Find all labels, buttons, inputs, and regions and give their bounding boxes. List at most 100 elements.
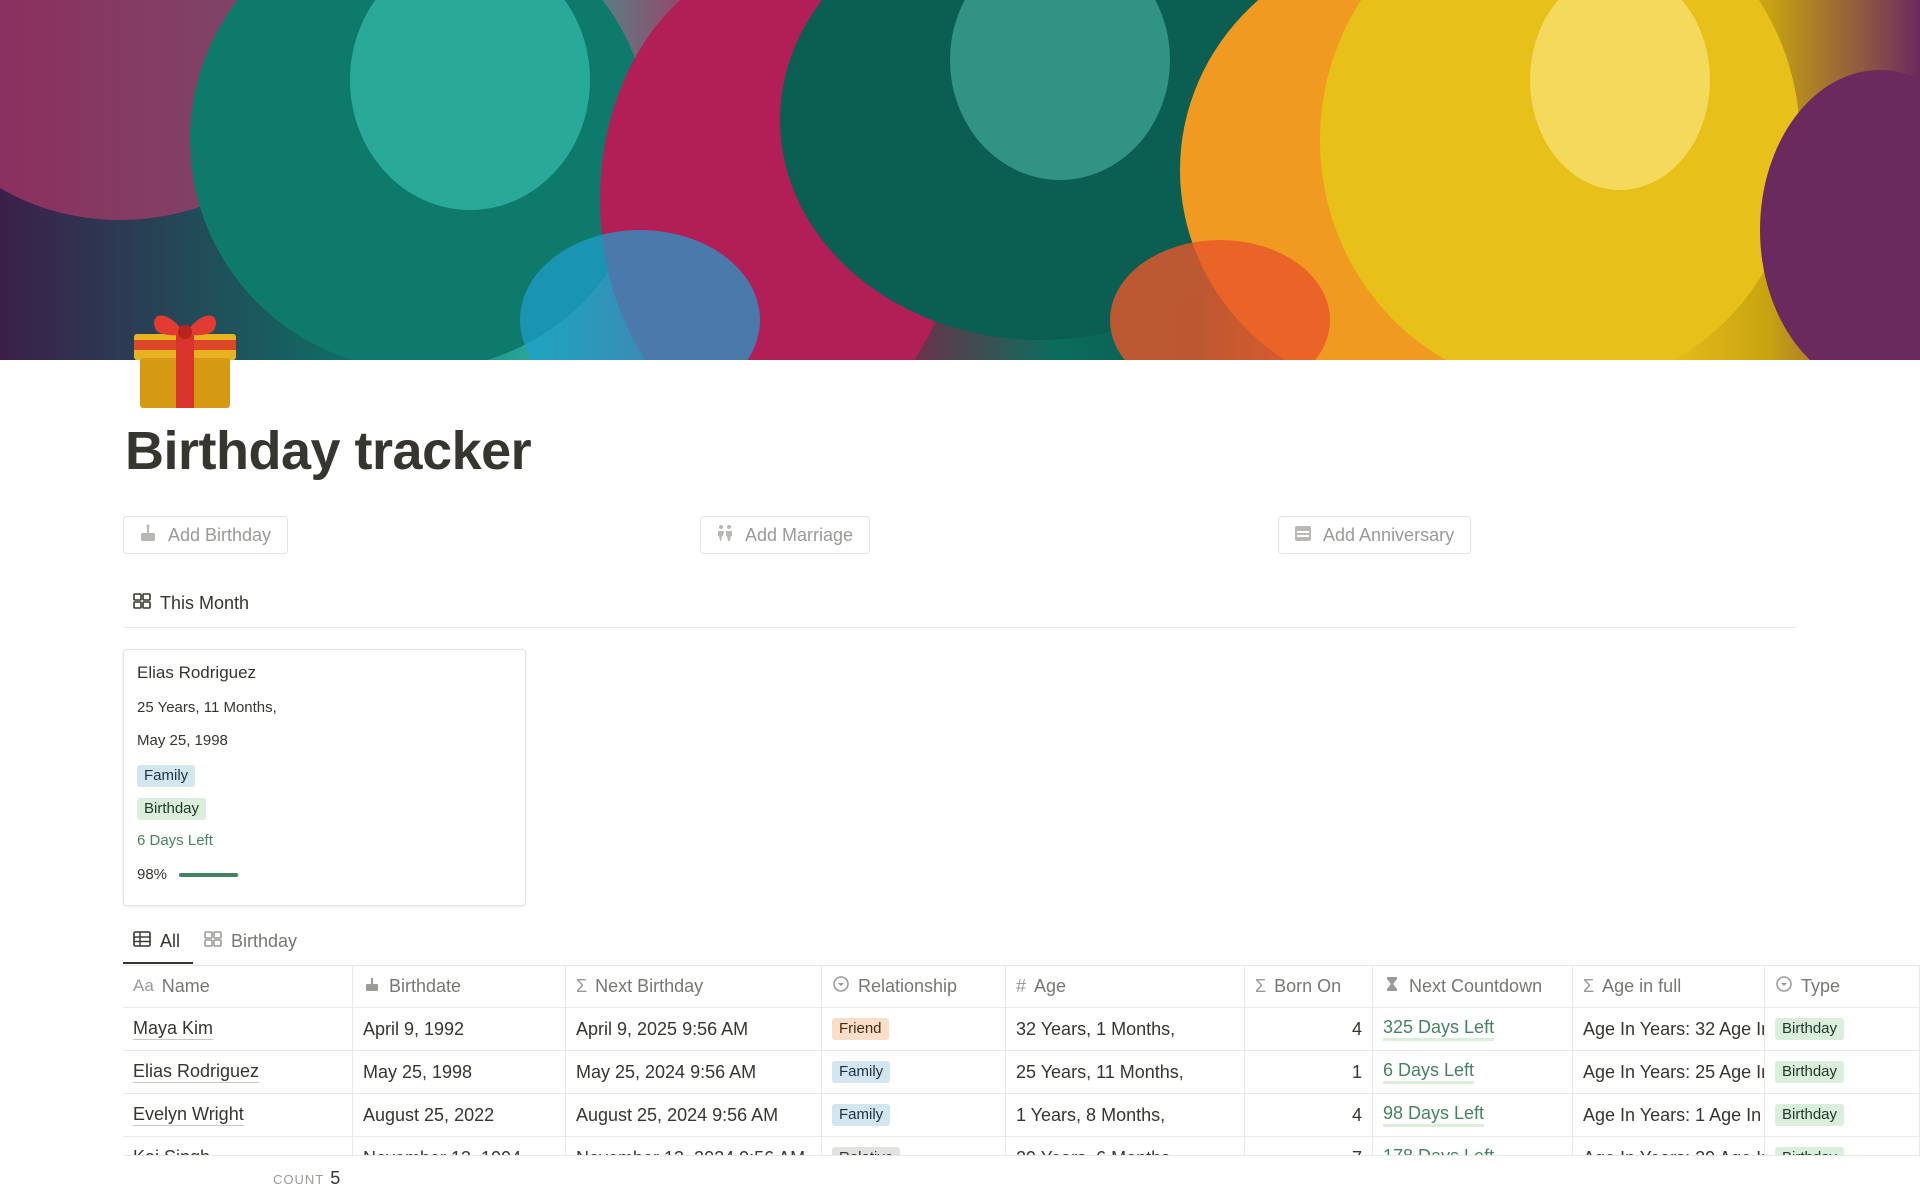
- table-row[interactable]: Kai Singh November 13, 1994 November 13,…: [123, 1137, 1920, 1155]
- card-relationship-tag: Family: [137, 765, 196, 787]
- column-header-name-label: Name: [161, 975, 210, 996]
- count-value: 5: [330, 1168, 341, 1188]
- card-progress: 98%: [137, 866, 240, 883]
- add-anniversary-button[interactable]: Add Anniversary: [1278, 516, 1472, 554]
- row-next-birthday: April 9, 2025 9:56 AM: [566, 1008, 822, 1050]
- row-next-birthday: November 13, 2024 9:56 AM: [566, 1137, 822, 1155]
- tab-birthday[interactable]: Birthday: [203, 929, 297, 954]
- column-header-age-in-full-label: Age in full: [1602, 975, 1682, 996]
- gallery-card[interactable]: Elias Rodriguez 25 Years, 11 Months, May…: [123, 649, 526, 906]
- column-header-next-birthday[interactable]: Σ Next Birthday: [566, 965, 822, 1007]
- relationship-tag[interactable]: Family: [832, 1061, 891, 1083]
- row-birthdate[interactable]: November 13, 1994: [353, 1137, 566, 1155]
- row-age: 32 Years, 1 Months,: [1006, 1008, 1245, 1050]
- add-marriage-label: Add Marriage: [745, 524, 854, 545]
- row-countdown: 6 Days Left: [1383, 1060, 1475, 1084]
- column-header-next-countdown-label: Next Countdown: [1409, 975, 1543, 996]
- row-name[interactable]: Evelyn Wright: [133, 1104, 244, 1126]
- row-countdown: 325 Days Left: [1383, 1017, 1495, 1041]
- couple-icon: [715, 523, 735, 548]
- column-header-relationship-label: Relationship: [858, 975, 958, 996]
- column-header-born-on[interactable]: Σ Born On: [1245, 965, 1373, 1007]
- card-progress-label: 98%: [137, 866, 168, 883]
- row-birthdate[interactable]: May 25, 1998: [353, 1051, 566, 1093]
- add-marriage-button[interactable]: Add Marriage: [700, 516, 871, 554]
- row-born-on: 7: [1245, 1137, 1373, 1155]
- tab-birthday-label: Birthday: [231, 931, 298, 951]
- row-age-in-full: Age In Years: 29 Age In: [1573, 1137, 1765, 1155]
- text-property-icon: Aa: [133, 976, 154, 995]
- column-header-name[interactable]: Aa Name: [123, 965, 353, 1007]
- tab-this-month[interactable]: This Month: [132, 591, 249, 616]
- type-tag[interactable]: Birthday: [1775, 1018, 1845, 1040]
- cake-icon: [363, 975, 381, 998]
- row-name[interactable]: Maya Kim: [133, 1018, 214, 1040]
- column-header-next-countdown[interactable]: Next Countdown: [1373, 965, 1573, 1007]
- row-name[interactable]: Kai Singh: [133, 1147, 210, 1155]
- row-birthdate[interactable]: April 9, 1992: [353, 1008, 566, 1050]
- database-table: Aa Name Birthdate Σ Next Birthday Relati…: [123, 965, 1920, 1155]
- row-next-birthday: August 25, 2024 9:56 AM: [566, 1094, 822, 1136]
- row-age: 29 Years, 6 Months,: [1006, 1137, 1245, 1155]
- column-header-age[interactable]: # Age: [1006, 965, 1245, 1007]
- tab-all[interactable]: All: [132, 929, 180, 954]
- gift-icon[interactable]: [126, 296, 244, 414]
- row-name[interactable]: Elias Rodriguez: [133, 1061, 260, 1083]
- column-header-born-on-label: Born On: [1274, 975, 1342, 996]
- add-birthday-label: Add Birthday: [168, 524, 272, 545]
- tab-all-label: All: [160, 931, 181, 951]
- cover-image[interactable]: [0, 0, 1920, 360]
- calendar-icon: [1293, 523, 1313, 548]
- type-tag[interactable]: Birthday: [1775, 1061, 1845, 1083]
- row-countdown: 98 Days Left: [1383, 1103, 1485, 1127]
- column-header-next-birthday-label: Next Birthday: [595, 975, 704, 996]
- select-icon: [832, 975, 850, 998]
- select-icon: [1775, 975, 1793, 998]
- table-header-row: Aa Name Birthdate Σ Next Birthday Relati…: [123, 965, 1920, 1007]
- add-birthday-button[interactable]: Add Birthday: [123, 516, 289, 554]
- row-next-birthday: May 25, 2024 9:56 AM: [566, 1051, 822, 1093]
- row-age-in-full: Age In Years: 25 Age In: [1573, 1051, 1765, 1093]
- row-age-in-full: Age In Years: 32 Age In: [1573, 1008, 1765, 1050]
- type-tag[interactable]: Birthday: [1775, 1147, 1845, 1155]
- card-countdown: 6 Days Left: [137, 832, 213, 849]
- view-divider: [123, 627, 1797, 628]
- column-header-relationship[interactable]: Relationship: [822, 965, 1006, 1007]
- column-header-type[interactable]: Type: [1765, 965, 1920, 1007]
- type-tag[interactable]: Birthday: [1775, 1104, 1845, 1126]
- hourglass-icon: [1383, 975, 1401, 998]
- relationship-tag[interactable]: Friend: [832, 1018, 889, 1040]
- number-icon: #: [1016, 975, 1027, 996]
- row-born-on: 4: [1245, 1094, 1373, 1136]
- relationship-tag[interactable]: Relative: [832, 1147, 901, 1155]
- relationship-tag[interactable]: Family: [832, 1104, 891, 1126]
- gallery-icon: [132, 591, 152, 616]
- count-label: COUNT: [273, 1172, 325, 1187]
- table-row[interactable]: Elias Rodriguez May 25, 1998 May 25, 202…: [123, 1051, 1920, 1093]
- card-type-tag: Birthday: [137, 798, 207, 820]
- row-birthdate[interactable]: August 25, 2022: [353, 1094, 566, 1136]
- progress-fill: [179, 873, 238, 878]
- card-age: 25 Years, 11 Months,: [137, 699, 277, 716]
- table-footer-border: [123, 1155, 1920, 1156]
- column-header-birthdate[interactable]: Birthdate: [353, 965, 566, 1007]
- card-birthdate: May 25, 1998: [137, 732, 228, 749]
- table-row[interactable]: Maya Kim April 9, 1992 April 9, 2025 9:5…: [123, 1008, 1920, 1050]
- row-age-in-full: Age In Years: 1 Age In: [1573, 1094, 1765, 1136]
- add-anniversary-label: Add Anniversary: [1323, 524, 1455, 545]
- page-title[interactable]: Birthday tracker: [125, 420, 532, 482]
- tab-this-month-label: This Month: [160, 593, 250, 613]
- formula-icon: Σ: [576, 975, 588, 996]
- column-header-birthdate-label: Birthdate: [389, 975, 462, 996]
- column-header-age-in-full[interactable]: Σ Age in full: [1573, 965, 1765, 1007]
- table-row[interactable]: Evelyn Wright August 25, 2022 August 25,…: [123, 1094, 1920, 1136]
- row-age: 1 Years, 8 Months,: [1006, 1094, 1245, 1136]
- formula-icon: Σ: [1583, 975, 1595, 996]
- row-age: 25 Years, 11 Months,: [1006, 1051, 1245, 1093]
- table-icon: [132, 929, 152, 954]
- formula-icon: Σ: [1255, 975, 1267, 996]
- progress-bar: [179, 873, 240, 878]
- gallery-icon: [203, 929, 223, 954]
- row-born-on: 1: [1245, 1051, 1373, 1093]
- table-count[interactable]: COUNT 5: [273, 1168, 340, 1189]
